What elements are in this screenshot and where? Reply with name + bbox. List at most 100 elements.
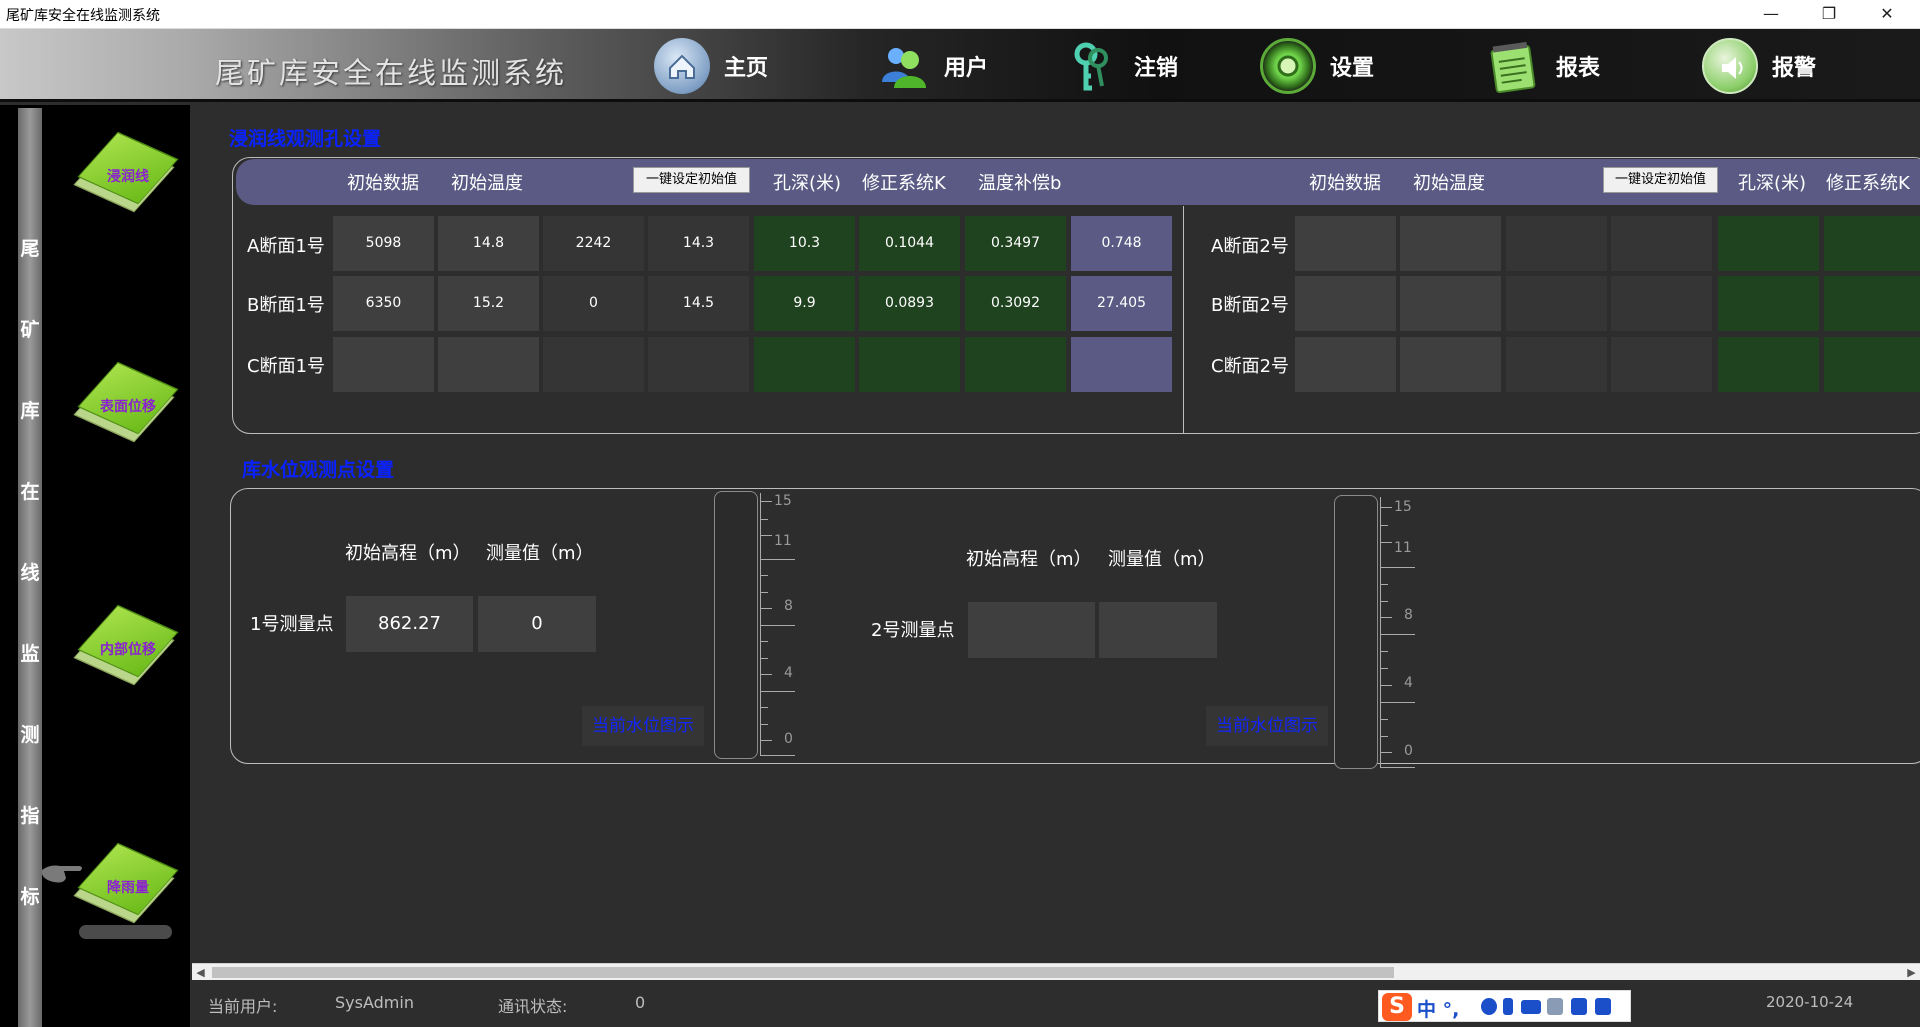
ime-mode[interactable]: 中 °, [1417, 995, 1459, 1022]
cell-input[interactable] [1718, 337, 1819, 392]
cell-input[interactable]: 0.1044 [859, 216, 960, 271]
col-initial-data: 初始数据 [1309, 173, 1381, 194]
cell-input[interactable] [1824, 276, 1920, 331]
row-label: C断面2号 [1211, 356, 1290, 377]
grid-menu-icon[interactable] [1595, 998, 1611, 1015]
nav-users[interactable]: 用户 [874, 37, 988, 95]
skin-shirt-icon[interactable] [1571, 998, 1587, 1015]
cell-input[interactable]: 0.3092 [965, 276, 1066, 331]
nav-alarm[interactable]: 报警 [1702, 37, 1816, 95]
set-initial-values-button[interactable]: 一键设定初始值 [633, 167, 750, 193]
cell-input[interactable] [859, 337, 960, 392]
sidebar-title-char: 库 [20, 400, 40, 422]
nav-alarm-label: 报警 [1772, 56, 1817, 81]
user-icon[interactable] [1547, 998, 1563, 1015]
scroll-right-icon[interactable]: ▶ [1903, 964, 1920, 981]
cell-value [1506, 276, 1607, 331]
cell-input[interactable]: 9.9 [754, 276, 855, 331]
cell-input[interactable] [1400, 337, 1501, 392]
scale-label: 15 [1394, 499, 1412, 515]
col-initial-elevation: 初始高程（m） [345, 543, 471, 564]
cell-input[interactable]: 10.3 [754, 216, 855, 271]
cell-result: 0.748 [1071, 216, 1172, 271]
cell-input[interactable] [1400, 216, 1501, 271]
close-button[interactable]: ✕ [1858, 0, 1916, 29]
cell-input[interactable]: 15.2 [438, 276, 539, 331]
nav-settings-label: 设置 [1330, 56, 1375, 81]
home-icon [654, 38, 710, 94]
cell-input[interactable]: 0.0893 [859, 276, 960, 331]
nav-home[interactable]: 主页 [654, 37, 768, 95]
sidebar-item-rainfall[interactable]: 降雨量 [73, 842, 179, 931]
sogou-logo-icon: S [1382, 993, 1412, 1021]
ime-toolbar[interactable]: S 中 °, [1378, 990, 1631, 1022]
cell-value [648, 337, 749, 392]
cell-input[interactable]: 6350 [333, 276, 434, 331]
cell-input[interactable] [1824, 216, 1920, 271]
cell-input[interactable] [965, 337, 1066, 392]
nav-logout[interactable]: 注销 [1064, 37, 1178, 95]
cell-input[interactable]: 5098 [333, 216, 434, 271]
initial-elevation-input[interactable]: 862.27 [346, 596, 473, 652]
panel-divider [1183, 206, 1184, 434]
cell-input[interactable]: 14.8 [438, 216, 539, 271]
current-water-level-button[interactable]: 当前水位图示 [582, 706, 704, 746]
cell-input[interactable] [1718, 276, 1819, 331]
col-initial-temp: 初始温度 [1413, 173, 1485, 194]
cell-input[interactable] [1400, 276, 1501, 331]
sidebar-item-internal-displacement[interactable]: 内部位移 [73, 604, 179, 693]
scale-label: 8 [1404, 607, 1413, 623]
cell-value: 2242 [543, 216, 644, 271]
cell-value [1506, 216, 1607, 271]
current-user-label: 当前用户: [208, 997, 278, 1016]
nav-reports-label: 报表 [1556, 56, 1601, 81]
sidebar-item-surface-displacement[interactable]: 表面位移 [73, 361, 179, 450]
scale-label: 0 [1404, 743, 1413, 759]
minimize-button[interactable]: — [1742, 0, 1800, 29]
cell-input[interactable]: 0.3497 [965, 216, 1066, 271]
water-level-section-title: 库水位观测点设置 [242, 459, 395, 481]
sidebar-title-char: 线 [20, 562, 40, 584]
sidebar-title-char: 矿 [20, 319, 40, 341]
settings-gear-icon [1260, 38, 1316, 94]
scrollbar-thumb[interactable] [212, 967, 1394, 978]
cell-input[interactable] [754, 337, 855, 392]
cell-result [1071, 337, 1172, 392]
water-level-gauge [1334, 495, 1378, 769]
col-initial-data: 初始数据 [347, 173, 419, 194]
measure-point-label: 2号测量点 [871, 620, 955, 641]
emoji-icon[interactable] [1481, 998, 1497, 1015]
cell-input[interactable] [1295, 276, 1396, 331]
restore-button[interactable]: ❐ [1800, 0, 1858, 29]
nav-reports[interactable]: 报表 [1486, 37, 1600, 95]
seepage-section-title: 浸润线观测孔设置 [229, 128, 382, 150]
microphone-icon[interactable] [1503, 998, 1513, 1015]
initial-elevation-input[interactable] [968, 602, 1095, 658]
current-water-level-button[interactable]: 当前水位图示 [1206, 706, 1328, 746]
scroll-left-icon[interactable]: ◀ [192, 964, 209, 981]
cell-value [543, 337, 644, 392]
cell-input[interactable] [1718, 216, 1819, 271]
sidebar-slider-handle[interactable] [79, 925, 172, 939]
cell-input[interactable] [438, 337, 539, 392]
row-label: C断面1号 [247, 356, 326, 377]
cell-input[interactable] [1295, 337, 1396, 392]
cell-result: 27.405 [1071, 276, 1172, 331]
cell-input[interactable] [333, 337, 434, 392]
cell-value [1611, 337, 1712, 392]
scale-label: 4 [784, 665, 793, 681]
scale-label: 8 [784, 598, 793, 614]
col-correction-k: 修正系统K [1826, 173, 1910, 194]
cell-input[interactable] [1824, 337, 1920, 392]
set-initial-values-button[interactable]: 一键设定初始值 [1603, 167, 1718, 193]
cell-input[interactable] [1295, 216, 1396, 271]
sidebar-title-char: 尾 [20, 238, 40, 260]
col-measured-value: 测量值（m） [1108, 549, 1216, 570]
row-label: A断面2号 [1211, 236, 1289, 257]
horizontal-scrollbar[interactable]: ◀ ▶ [192, 963, 1920, 980]
sidebar-title-char: 在 [20, 481, 40, 503]
nav-settings[interactable]: 设置 [1260, 37, 1374, 95]
sidebar-item-seepage-line[interactable]: 浸润线 [73, 131, 179, 220]
keyboard-icon[interactable] [1521, 1000, 1541, 1014]
app-header: 尾矿库安全在线监测系统 主页 用户 注销 设置 报表 报警 [0, 29, 1920, 102]
